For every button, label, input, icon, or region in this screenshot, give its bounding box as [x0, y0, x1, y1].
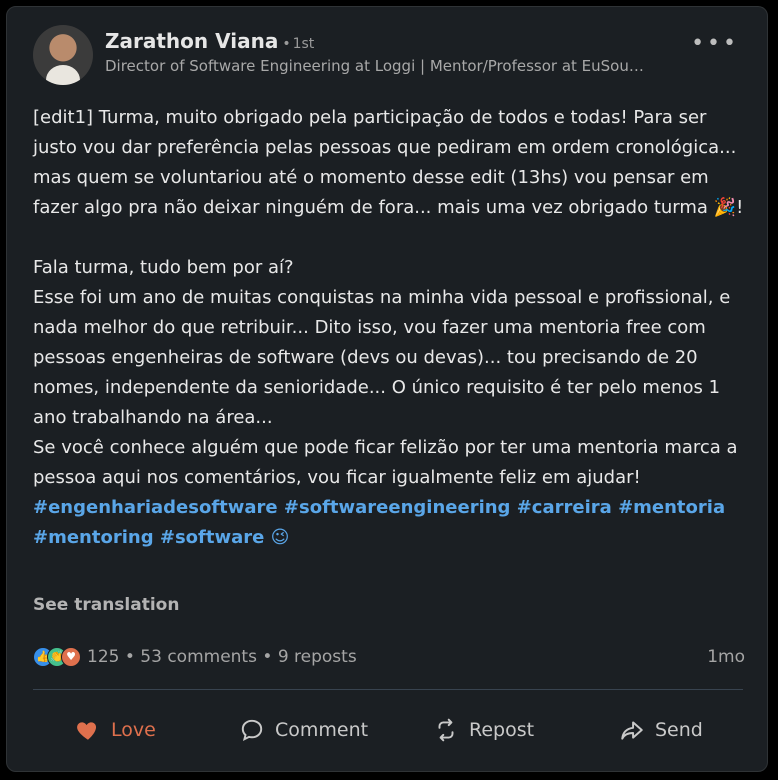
- repost-icon: [438, 718, 454, 742]
- hashtag-link[interactable]: #mentoring: [33, 527, 154, 548]
- greeting-line: Fala turma, tudo bem por aí?: [33, 257, 294, 278]
- send-button[interactable]: Send: [619, 707, 703, 753]
- hashtag-list: #engenhariadesoftware #softwareengineeri…: [33, 493, 748, 553]
- edit-paragraph: [edit1] Turma, muito obrigado pela parti…: [33, 107, 744, 218]
- reaction-icons[interactable]: 👍👏 ♥: [33, 647, 81, 667]
- comment-icon: [241, 719, 263, 742]
- separator-dot: •: [282, 36, 291, 52]
- send-label: Send: [655, 719, 703, 741]
- heart-icon: [77, 722, 97, 740]
- connection-degree: 1st: [292, 36, 315, 52]
- see-translation-link[interactable]: See translation: [33, 595, 179, 615]
- author-name[interactable]: Zarathon Viana: [105, 29, 278, 53]
- hashtag-link[interactable]: #carreira: [517, 497, 612, 518]
- send-icon: [621, 721, 643, 740]
- comment-button[interactable]: Comment: [239, 707, 368, 753]
- author-name-line: Zarathon Viana • 1st: [105, 29, 314, 53]
- divider: [33, 689, 743, 690]
- repost-button[interactable]: Repost: [433, 707, 534, 753]
- post-time: 1mo: [707, 647, 745, 667]
- separator-dot: •: [124, 647, 141, 667]
- hashtag-link[interactable]: #software: [160, 527, 264, 548]
- closing-paragraph: Se você conhece alguém que pode ficar fe…: [33, 437, 738, 488]
- repost-label: Repost: [469, 719, 535, 741]
- action-bar: Love Comment Repost Send: [7, 707, 767, 753]
- separator-dot: •: [262, 647, 278, 667]
- social-counts: 👍👏 ♥ 125 • 53 comments • 9 reposts 1mo: [33, 647, 745, 667]
- more-options-icon[interactable]: •••: [691, 31, 739, 56]
- heart-icon: ♥: [61, 647, 81, 667]
- hashtag-link[interactable]: #mentoria: [618, 497, 725, 518]
- comment-label: Comment: [275, 719, 369, 741]
- reposts-count[interactable]: 9 reposts: [278, 647, 357, 667]
- author-headline: Director of Software Engineering at Logg…: [105, 57, 644, 75]
- comments-count[interactable]: 53 comments: [140, 647, 257, 667]
- author-avatar[interactable]: [33, 25, 93, 85]
- post-card: Zarathon Viana • 1st Director of Software …: [6, 6, 768, 772]
- reaction-count[interactable]: 125: [87, 647, 119, 667]
- body-paragraph: Esse foi um ano de muitas conquistas na …: [33, 287, 731, 428]
- wink-emoji: 😉: [270, 527, 290, 548]
- post-text: [edit1] Turma, muito obrigado pela parti…: [33, 103, 748, 553]
- hashtag-link[interactable]: #softwareengineering: [284, 497, 511, 518]
- hashtag-link[interactable]: #engenhariadesoftware: [33, 497, 278, 518]
- love-label: Love: [111, 719, 156, 741]
- love-button[interactable]: Love: [75, 707, 156, 753]
